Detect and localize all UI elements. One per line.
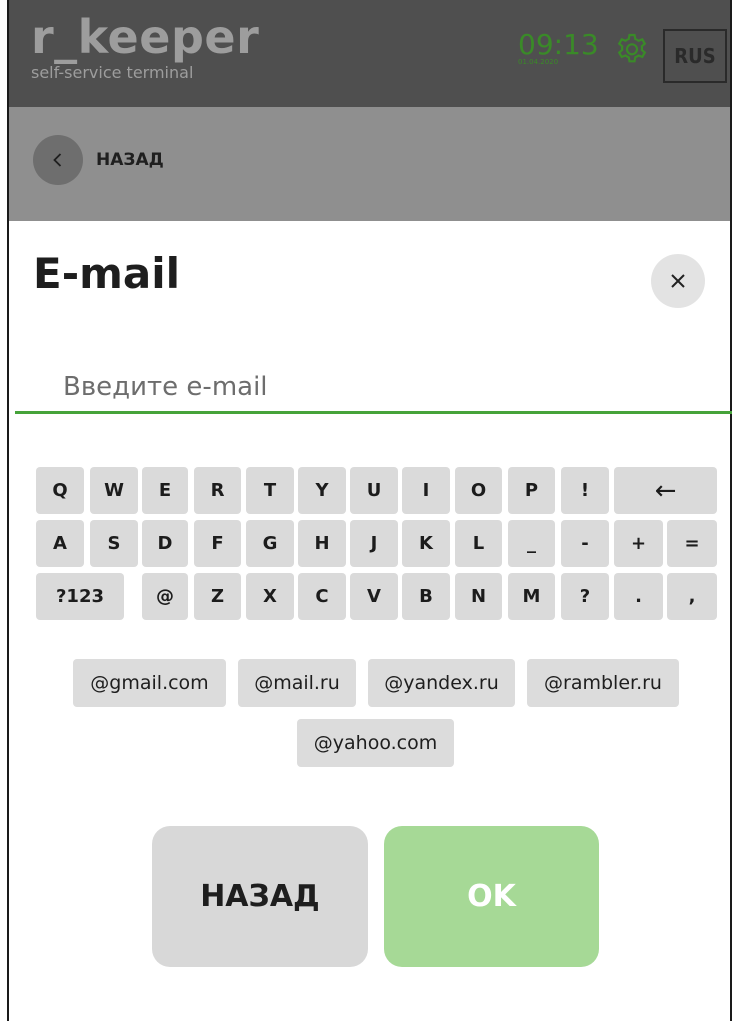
back-bar: НАЗАД (9, 107, 730, 221)
key-w[interactable]: W (90, 467, 138, 514)
underscore-key[interactable]: _ (508, 520, 555, 567)
question-key[interactable]: ? (561, 573, 609, 620)
key-y[interactable]: Y (298, 467, 346, 514)
key-x[interactable]: X (246, 573, 294, 620)
key-v[interactable]: V (350, 573, 398, 620)
key-m[interactable]: M (508, 573, 555, 620)
exclamation-key[interactable]: ! (561, 467, 609, 514)
close-icon[interactable] (651, 254, 705, 308)
key-h[interactable]: H (298, 520, 346, 567)
comma-key[interactable]: , (667, 573, 717, 620)
clock: 09:13 01.04.2020 (518, 28, 599, 67)
key-i[interactable]: I (402, 467, 450, 514)
at-key[interactable]: @ (142, 573, 188, 620)
chevron-left-icon[interactable] (33, 135, 83, 185)
suggestion-gmail[interactable]: @gmail.com (73, 659, 226, 707)
language-button[interactable]: RUS (663, 29, 727, 83)
email-input[interactable] (15, 362, 732, 414)
key-e[interactable]: E (142, 467, 188, 514)
brand-logo: r_keeper self-service terminal (31, 14, 259, 82)
key-z[interactable]: Z (194, 573, 241, 620)
key-f[interactable]: F (194, 520, 241, 567)
key-b[interactable]: B (402, 573, 450, 620)
suggestion-yandex[interactable]: @yandex.ru (368, 659, 515, 707)
key-q[interactable]: Q (36, 467, 84, 514)
plus-key[interactable]: + (614, 520, 663, 567)
key-a[interactable]: A (36, 520, 84, 567)
key-u[interactable]: U (350, 467, 398, 514)
key-p[interactable]: P (508, 467, 555, 514)
key-g[interactable]: G (246, 520, 294, 567)
key-t[interactable]: T (246, 467, 294, 514)
brand-subtitle: self-service terminal (31, 63, 194, 82)
period-key[interactable]: . (614, 573, 663, 620)
ok-button[interactable]: OK (384, 826, 599, 967)
key-o[interactable]: O (455, 467, 502, 514)
app-header: r_keeper self-service terminal 09:13 01.… (9, 0, 730, 107)
key-l[interactable]: L (455, 520, 502, 567)
clock-time: 09:13 (518, 28, 599, 61)
gear-icon[interactable] (614, 32, 650, 68)
backspace-key[interactable]: ← (614, 467, 717, 514)
back-button[interactable]: НАЗАД (152, 826, 368, 967)
back-link-label[interactable]: НАЗАД (96, 150, 164, 170)
dialog-title: E-mail (33, 249, 181, 298)
symbols-key[interactable]: ?123 (36, 573, 124, 620)
equals-key[interactable]: = (667, 520, 717, 567)
suggestion-yahoo[interactable]: @yahoo.com (297, 719, 454, 767)
key-r[interactable]: R (194, 467, 241, 514)
key-j[interactable]: J (350, 520, 398, 567)
key-d[interactable]: D (142, 520, 188, 567)
brand-name: r_keeper (31, 10, 260, 64)
key-n[interactable]: N (455, 573, 502, 620)
suggestion-mail-ru[interactable]: @mail.ru (238, 659, 356, 707)
key-k[interactable]: K (402, 520, 450, 567)
suggestion-rambler[interactable]: @rambler.ru (527, 659, 679, 707)
key-s[interactable]: S (90, 520, 138, 567)
minus-key[interactable]: - (561, 520, 609, 567)
key-c[interactable]: C (298, 573, 346, 620)
